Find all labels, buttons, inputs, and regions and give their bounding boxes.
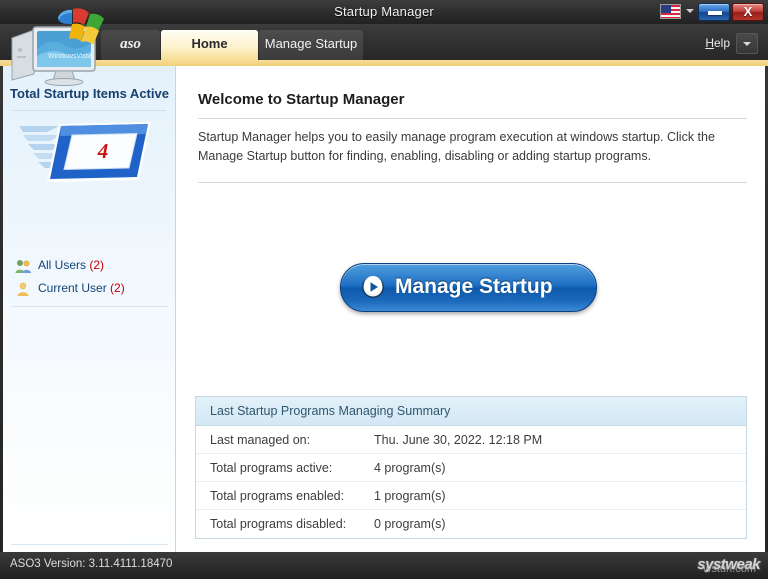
row-label: Total programs disabled: xyxy=(210,510,346,538)
help-label-rest: elp xyxy=(714,36,730,50)
sidebar-title: Total Startup Items Active xyxy=(3,86,176,101)
table-row: Total programs active: 4 program(s) xyxy=(196,454,746,482)
counter-value: 4 xyxy=(97,139,109,163)
divider xyxy=(11,544,168,545)
table-row: Total programs enabled: 1 program(s) xyxy=(196,482,746,510)
row-label: Last managed on: xyxy=(210,426,310,454)
user-single-icon xyxy=(15,282,32,297)
close-icon: X xyxy=(733,4,763,20)
summary-panel: Last Startup Programs Managing Summary L… xyxy=(195,396,747,539)
divider xyxy=(198,118,747,119)
table-row: Last managed on: Thu. June 30, 2022. 12:… xyxy=(196,426,746,454)
svg-text:WindowsVista: WindowsVista xyxy=(48,53,92,60)
tab-aso[interactable]: aso xyxy=(101,30,160,60)
tab-strip: aso Home Manage Startup xyxy=(0,24,768,60)
row-value: 4 program(s) xyxy=(374,454,446,482)
chevron-down-icon[interactable] xyxy=(686,9,694,13)
watermark-label: wstun.com xyxy=(703,563,756,575)
help-label[interactable]: Help xyxy=(705,36,730,50)
status-bar: ASO3 Version: 3.11.4111.18470 systweak w… xyxy=(0,552,768,579)
row-value: 0 program(s) xyxy=(374,510,446,538)
sidebar-item-current-user[interactable]: Current User (2) xyxy=(15,281,125,295)
manage-startup-button-label: Manage Startup xyxy=(395,264,553,309)
chevron-down-icon xyxy=(743,42,751,46)
tab-manage-startup[interactable]: Manage Startup xyxy=(259,30,363,60)
table-row: Total programs disabled: 0 program(s) xyxy=(196,510,746,538)
help-dropdown-button[interactable] xyxy=(736,33,758,54)
tab-home[interactable]: Home xyxy=(161,30,258,60)
users-group-icon xyxy=(15,259,32,274)
startup-items-counter: 4 xyxy=(17,118,167,198)
main-content: Welcome to Startup Manager Startup Manag… xyxy=(177,66,765,552)
row-value: 1 program(s) xyxy=(374,482,446,510)
minimize-button[interactable] xyxy=(698,3,730,21)
divider xyxy=(198,182,747,183)
row-label: Total programs active: xyxy=(210,454,332,482)
sidebar-item-label: Current User xyxy=(38,281,107,295)
us-flag-icon[interactable] xyxy=(660,4,681,19)
manage-startup-button[interactable]: Manage Startup xyxy=(340,263,597,312)
flag-canton xyxy=(661,5,671,13)
play-circle-icon xyxy=(361,275,385,299)
summary-header: Last Startup Programs Managing Summary xyxy=(196,397,746,426)
help-mnemonic: H xyxy=(705,36,714,50)
divider xyxy=(13,110,166,111)
vista-monitor-logo-svg: WindowsVista xyxy=(4,4,104,86)
sidebar-item-label: All Users xyxy=(38,258,86,272)
page-description: Startup Manager helps you to easily mana… xyxy=(198,128,751,166)
page-title: Welcome to Startup Manager xyxy=(198,91,404,108)
row-value: Thu. June 30, 2022. 12:18 PM xyxy=(374,426,542,454)
minimize-icon xyxy=(708,11,722,15)
application-window: Startup Manager X aso Home Manage Startu… xyxy=(0,0,768,579)
sidebar-item-count: (2) xyxy=(89,258,104,272)
sidebar-item-count: (2) xyxy=(110,281,125,295)
row-label: Total programs enabled: xyxy=(210,482,344,510)
body-area: Total Startup Items Active xyxy=(3,66,765,552)
close-button[interactable]: X xyxy=(732,3,764,21)
window-title: Startup Manager xyxy=(0,0,768,24)
app-logo: WindowsVista xyxy=(4,4,104,86)
title-bar: Startup Manager X xyxy=(0,0,768,24)
version-label: ASO3 Version: 3.11.4111.18470 xyxy=(10,558,172,570)
sidebar: Total Startup Items Active xyxy=(3,66,176,552)
divider xyxy=(11,306,168,307)
sidebar-item-all-users[interactable]: All Users (2) xyxy=(15,258,104,272)
counter-graphic-svg: 4 xyxy=(17,118,167,198)
